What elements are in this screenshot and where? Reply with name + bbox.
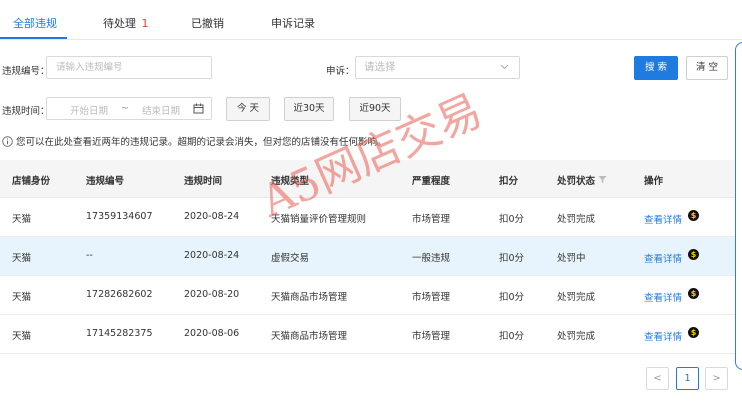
cell-type: 天猫销量评价管理规则	[271, 214, 367, 225]
date-range-separator: ~	[121, 103, 129, 114]
view-details-link[interactable]: 查看详情	[644, 212, 682, 226]
cell-points: 扣0分	[499, 331, 525, 342]
violation-id-label: 违规编号：	[2, 66, 50, 77]
date-range-picker[interactable]: 开始日期 ~ 结束日期	[46, 97, 212, 120]
col-actions: 操作	[644, 176, 664, 187]
tab-all-violations[interactable]: 全部违规	[13, 15, 57, 31]
chevron-down-icon	[500, 64, 509, 70]
cell-violation-id: 17145282375	[86, 328, 153, 339]
cell-violation-id: 17359134607	[86, 211, 153, 222]
today-button[interactable]: 今 天	[226, 97, 270, 121]
cell-violation-id: 17282682602	[86, 289, 153, 300]
violation-time-label: 违规时间：	[2, 106, 50, 117]
side-panel-edge	[735, 42, 742, 370]
coin-icon[interactable]: $	[688, 288, 699, 299]
tab-bar: 全部违规 待处理 1 已撤销 申诉记录	[0, 0, 742, 40]
cell-points: 扣0分	[499, 214, 525, 225]
cell-type: 天猫商品市场管理	[271, 331, 348, 342]
col-violation-type: 违规类型	[271, 176, 310, 187]
cell-type: 虚假交易	[271, 253, 310, 264]
start-date-input[interactable]: 开始日期	[70, 103, 108, 117]
coin-icon[interactable]: $	[688, 210, 699, 221]
prev-page-button[interactable]: <	[646, 367, 669, 390]
notice-text: 您可以在此处查看近两年的违规记录。超期的记录会消失，但对您的店铺没有任何影响。	[16, 137, 387, 148]
info-notice: 您可以在此处查看近两年的违规记录。超期的记录会消失，但对您的店铺没有任何影响。	[2, 134, 387, 148]
cell-type: 天猫商品市场管理	[271, 292, 348, 303]
coin-icon[interactable]: $	[688, 249, 699, 260]
cell-violation-id: --	[86, 250, 93, 261]
last-90-days-button[interactable]: 近90天	[349, 97, 401, 121]
cell-status: 处罚完成	[557, 331, 596, 342]
appeal-select[interactable]: 请选择	[355, 56, 520, 79]
cell-points: 扣0分	[499, 253, 525, 264]
appeal-label: 申诉：	[326, 66, 355, 77]
last-30-days-button[interactable]: 近30天	[284, 97, 334, 121]
view-details-link[interactable]: 查看详情	[644, 329, 682, 343]
info-icon	[2, 136, 13, 147]
active-tab-indicator	[0, 37, 67, 39]
clear-button[interactable]: 清 空	[686, 56, 728, 80]
cell-time: 2020-08-06	[184, 328, 240, 339]
col-severity: 严重程度	[412, 176, 451, 187]
tab-label: 申诉记录	[271, 17, 315, 30]
search-button[interactable]: 搜 索	[634, 56, 678, 80]
col-points: 扣分	[499, 176, 519, 187]
cell-status: 处罚完成	[557, 214, 596, 225]
appeal-select-placeholder: 请选择	[364, 61, 396, 73]
end-date-input[interactable]: 结束日期	[142, 103, 180, 117]
cell-identity: 天猫	[12, 214, 32, 225]
next-page-button[interactable]: >	[705, 367, 728, 390]
col-violation-id: 违规编号	[86, 176, 125, 187]
table-row: 天猫 17359134607 2020-08-24 天猫销量评价管理规则 市场管…	[0, 198, 742, 237]
view-details-link[interactable]: 查看详情	[644, 290, 682, 304]
tab-appeal-records[interactable]: 申诉记录	[271, 15, 315, 31]
table-row: 天猫 17282682602 2020-08-20 天猫商品市场管理 市场管理 …	[0, 276, 742, 315]
tab-pending[interactable]: 待处理 1	[103, 15, 149, 31]
tab-revoked[interactable]: 已撤销	[191, 15, 224, 31]
table-header: 店铺身份 违规编号 违规时间 违规类型 严重程度 扣分 处罚状态 操作	[0, 160, 742, 198]
cell-severity: 市场管理	[412, 214, 451, 225]
tab-label: 待处理	[103, 17, 136, 30]
violation-id-input[interactable]: 请输入违规编号	[46, 56, 212, 79]
tab-label: 全部违规	[13, 17, 57, 30]
table-row: 天猫 17145282375 2020-08-06 天猫商品市场管理 市场管理 …	[0, 315, 742, 354]
page-1-button[interactable]: 1	[676, 367, 699, 390]
cell-points: 扣0分	[499, 292, 525, 303]
cell-time: 2020-08-24	[184, 211, 240, 222]
cell-severity: 一般违规	[412, 253, 451, 264]
cell-identity: 天猫	[12, 292, 32, 303]
calendar-icon	[193, 103, 204, 114]
cell-identity: 天猫	[12, 331, 32, 342]
table-row: 天猫 -- 2020-08-24 虚假交易 一般违规 扣0分 处罚中 查看详情 …	[0, 237, 742, 276]
coin-icon[interactable]: $	[688, 327, 699, 338]
cell-severity: 市场管理	[412, 292, 451, 303]
cell-status: 处罚完成	[557, 292, 596, 303]
pending-count-badge: 1	[141, 17, 149, 30]
col-violation-time: 违规时间	[184, 176, 223, 187]
cell-time: 2020-08-20	[184, 289, 240, 300]
view-details-link[interactable]: 查看详情	[644, 251, 682, 265]
filter-icon[interactable]	[598, 175, 607, 184]
col-store-identity: 店铺身份	[12, 176, 51, 187]
cell-severity: 市场管理	[412, 331, 451, 342]
cell-identity: 天猫	[12, 253, 32, 264]
cell-status: 处罚中	[557, 253, 586, 264]
col-penalty-status: 处罚状态	[557, 176, 596, 187]
tab-label: 已撤销	[191, 17, 224, 30]
cell-time: 2020-08-24	[184, 250, 240, 261]
